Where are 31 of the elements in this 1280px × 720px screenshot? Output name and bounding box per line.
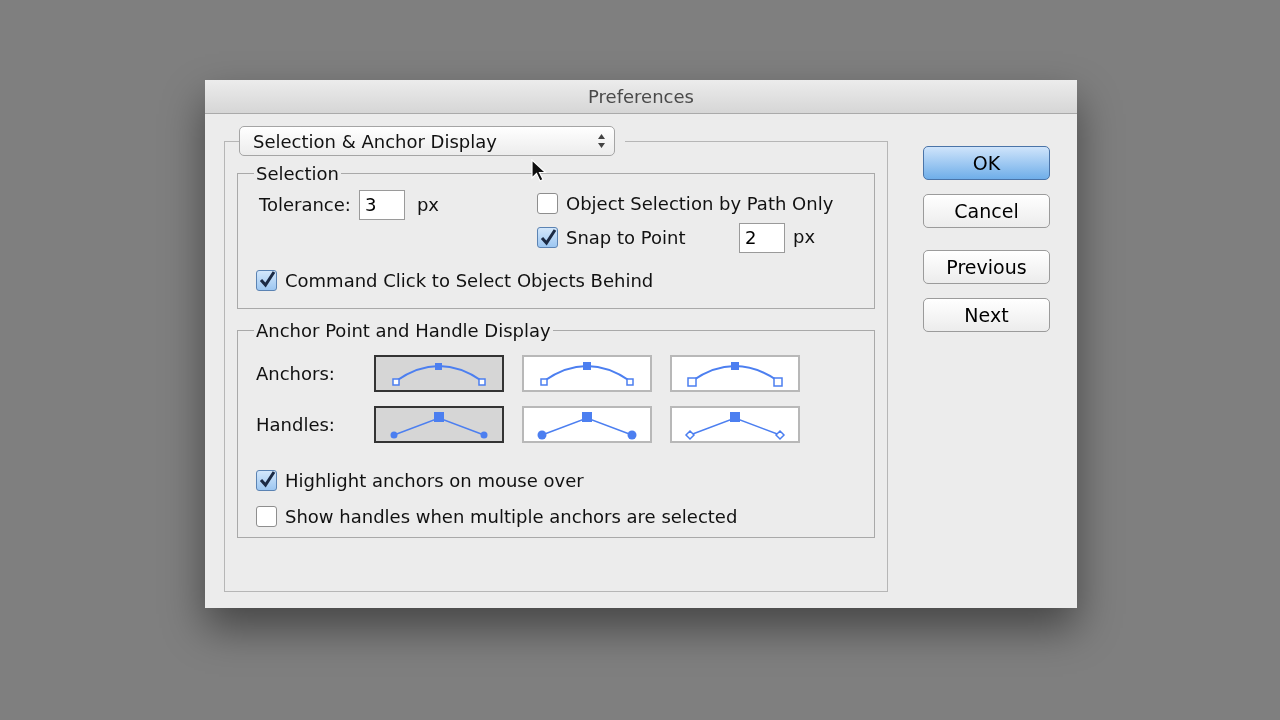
snap-distance-field[interactable]: 2: [739, 222, 785, 253]
row-label: Anchors:: [256, 361, 336, 386]
dialog-button[interactable]: Next: [923, 298, 1050, 332]
tolerance-field[interactable]: 3: [358, 189, 405, 220]
checkbox-label: Show handles when multiple anchors are selected: [285, 504, 738, 529]
checkbox-label: Snap to Point: [566, 226, 687, 251]
anchor-style-option[interactable]: [374, 354, 504, 392]
handle-style-option[interactable]: [374, 405, 504, 443]
field-label: Tolerance:: [259, 193, 351, 218]
checkbox-label: Command Click to Select Objects Behind: [285, 268, 654, 293]
cursor-icon: [531, 159, 547, 183]
checkbox[interactable]: [256, 269, 277, 291]
checkbox[interactable]: [537, 227, 558, 249]
checkbox[interactable]: [537, 192, 558, 214]
dialog-button[interactable]: Previous: [923, 250, 1050, 284]
row-label: Handles:: [256, 412, 336, 437]
checkbox[interactable]: [256, 505, 277, 527]
handle-style-option[interactable]: [522, 405, 652, 443]
checkbox[interactable]: [256, 469, 277, 491]
updown-arrows-icon: [597, 133, 606, 149]
window-title: Preferences: [588, 85, 694, 109]
panel-dropdown[interactable]: Selection & Anchor Display: [239, 126, 615, 156]
dialog-button[interactable]: Cancel: [923, 194, 1050, 228]
checkbox-label: Object Selection by Path Only: [566, 191, 834, 216]
group-title: Selection: [255, 164, 340, 184]
unit-label: px: [793, 224, 816, 249]
group-title: Anchor Point and Handle Display: [255, 321, 552, 341]
checkbox-label: Highlight anchors on mouse over: [285, 468, 584, 493]
dialog-button[interactable]: OK: [923, 146, 1050, 180]
handle-style-option[interactable]: [670, 405, 800, 443]
unit-label: px: [416, 193, 439, 218]
